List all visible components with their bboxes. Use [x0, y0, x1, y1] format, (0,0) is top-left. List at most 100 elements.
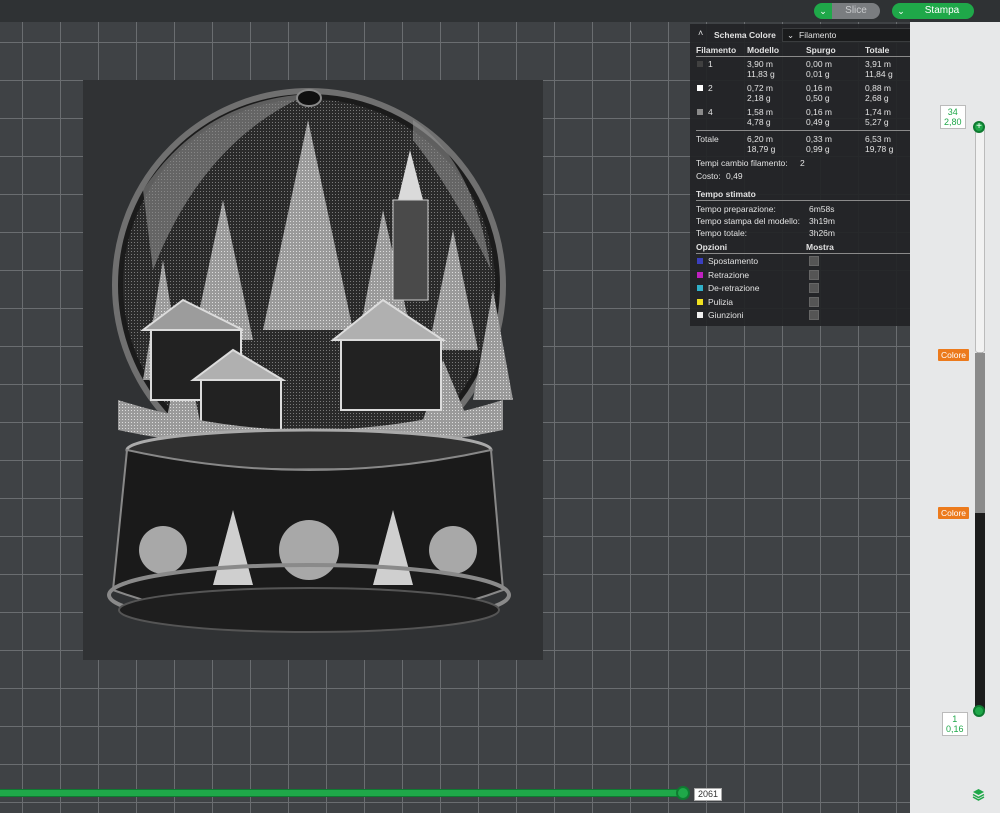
bottom-layer-height: 0,16 — [946, 724, 964, 734]
double-chevron-up-icon[interactable]: ˄ — [698, 28, 703, 38]
show-retraction-checkbox[interactable] — [809, 270, 819, 280]
show-header: Mostra — [806, 242, 834, 252]
header-filament: Filamento — [696, 45, 737, 55]
bottom-layer-handle[interactable] — [973, 705, 985, 717]
bottom-layer-label: 1 0,16 — [942, 712, 968, 736]
totals-model-weight: 18,79 g — [747, 144, 776, 154]
totals-purge-weight: 0,99 g — [806, 144, 830, 154]
total-length: 0,88 m — [865, 83, 891, 93]
totals-model-length: 6,20 m — [747, 134, 773, 144]
show-travel-checkbox[interactable] — [809, 256, 819, 266]
header-model: Modello — [747, 45, 780, 55]
filament-changes-label: Tempi cambio filamento: — [696, 158, 788, 168]
prep-time-label: Tempo preparazione: — [696, 204, 776, 214]
retraction-swatch — [697, 272, 703, 278]
total-weight: 5,27 g — [865, 117, 889, 127]
divider — [696, 200, 918, 201]
layer-range-middle — [975, 353, 985, 513]
layer-range-lower — [975, 513, 985, 711]
color-change-tag[interactable]: Colore — [938, 349, 970, 361]
print-button[interactable]: Stampa — [910, 3, 974, 19]
chevron-down-icon: ⌄ — [787, 30, 795, 40]
purge-length: 0,16 m — [806, 107, 832, 117]
move-slider-value: 2061 — [694, 788, 723, 801]
deretraction-swatch — [697, 285, 703, 291]
slice-split-button[interactable]: ⌄ Slice — [814, 3, 880, 19]
option-label: Retrazione — [708, 270, 750, 280]
top-layer-handle[interactable]: + — [973, 121, 985, 133]
move-slider-handle[interactable] — [676, 786, 690, 800]
wipe-swatch — [697, 299, 703, 305]
total-weight: 2,68 g — [865, 93, 889, 103]
filament-changes-value: 2 — [800, 158, 805, 168]
model-weight: 11,83 g — [747, 69, 775, 79]
divider — [696, 253, 918, 254]
total-length: 3,91 m — [865, 59, 891, 69]
prep-time-value: 6m58s — [809, 204, 835, 214]
print-split-button[interactable]: ⌄ Stampa — [892, 3, 974, 19]
purge-weight: 0,50 g — [806, 93, 830, 103]
legend-title: Schema Colore — [714, 30, 776, 40]
total-weight: 11,84 g — [865, 69, 893, 79]
options-header: Opzioni — [696, 242, 728, 252]
option-label: Pulizia — [708, 297, 734, 307]
model-print-time-label: Tempo stampa del modello: — [696, 216, 800, 226]
model-print-time-value: 3h19m — [809, 216, 835, 226]
purge-length: 0,16 m — [806, 83, 832, 93]
move-slider-track[interactable] — [0, 789, 684, 797]
model-weight: 4,78 g — [747, 117, 771, 127]
layers-icon[interactable] — [972, 788, 985, 801]
totals-total-length: 6,53 m — [865, 134, 891, 144]
option-label: De-retrazione — [708, 283, 760, 293]
slice-dropdown-chevron-icon[interactable]: ⌄ — [814, 3, 832, 19]
filament-id: 4 — [708, 107, 713, 117]
top-toolbar: ⌄ Slice ⌄ Stampa — [0, 0, 1000, 22]
color-scheme-legend: ˄ Schema Colore ⌄ Filamento Filamento Mo… — [690, 24, 924, 326]
total-length: 1,74 m — [865, 107, 891, 117]
filament-id: 2 — [708, 83, 713, 93]
totals-total-weight: 19,78 g — [865, 144, 894, 154]
purge-weight: 0,01 g — [806, 69, 830, 79]
model-length: 0,72 m — [747, 83, 773, 93]
filament-swatch — [697, 109, 703, 115]
total-time-label: Tempo totale: — [696, 228, 748, 238]
layer-slider-panel — [910, 22, 1000, 813]
cost-label: Costo: — [696, 171, 721, 181]
seams-swatch — [697, 312, 703, 318]
model-length: 3,90 m — [747, 59, 773, 69]
cost-value: 0,49 — [726, 171, 743, 181]
model-length: 1,58 m — [747, 107, 773, 117]
filament-swatch — [697, 61, 703, 67]
layer-range-upper — [975, 128, 985, 353]
purge-weight: 0,49 g — [806, 117, 830, 127]
snow-globe-model — [107, 88, 513, 633]
color-mode-select[interactable]: ⌄ Filamento — [782, 28, 915, 42]
divider — [696, 56, 918, 57]
bottom-layer-number: 1 — [952, 714, 958, 724]
total-time-value: 3h26m — [809, 228, 835, 238]
top-layer-label: 34 2,80 — [940, 105, 966, 129]
option-label: Giunzioni — [708, 310, 744, 320]
divider — [696, 130, 918, 131]
top-layer-number: 34 — [947, 107, 958, 117]
filament-swatch — [697, 85, 703, 91]
header-purge: Spurgo — [806, 45, 836, 55]
estimated-time-title: Tempo stimato — [696, 189, 756, 199]
model-preview — [83, 80, 543, 660]
totals-label: Totale — [696, 134, 719, 144]
show-seams-checkbox[interactable] — [809, 310, 819, 320]
color-mode-value: Filamento — [799, 30, 837, 40]
color-change-tag[interactable]: Colore — [938, 507, 970, 519]
travel-swatch — [697, 258, 703, 264]
show-wipe-checkbox[interactable] — [809, 297, 819, 307]
filament-id: 1 — [708, 59, 713, 69]
show-deretraction-checkbox[interactable] — [809, 283, 819, 293]
slice-button[interactable]: Slice — [832, 3, 880, 19]
option-label: Spostamento — [708, 256, 759, 266]
header-total: Totale — [865, 45, 890, 55]
print-dropdown-chevron-icon[interactable]: ⌄ — [892, 3, 910, 19]
purge-length: 0,00 m — [806, 59, 832, 69]
legend-header: ˄ Schema Colore ⌄ Filamento — [690, 27, 924, 43]
model-weight: 2,18 g — [747, 93, 771, 103]
top-layer-height: 2,80 — [944, 117, 962, 127]
